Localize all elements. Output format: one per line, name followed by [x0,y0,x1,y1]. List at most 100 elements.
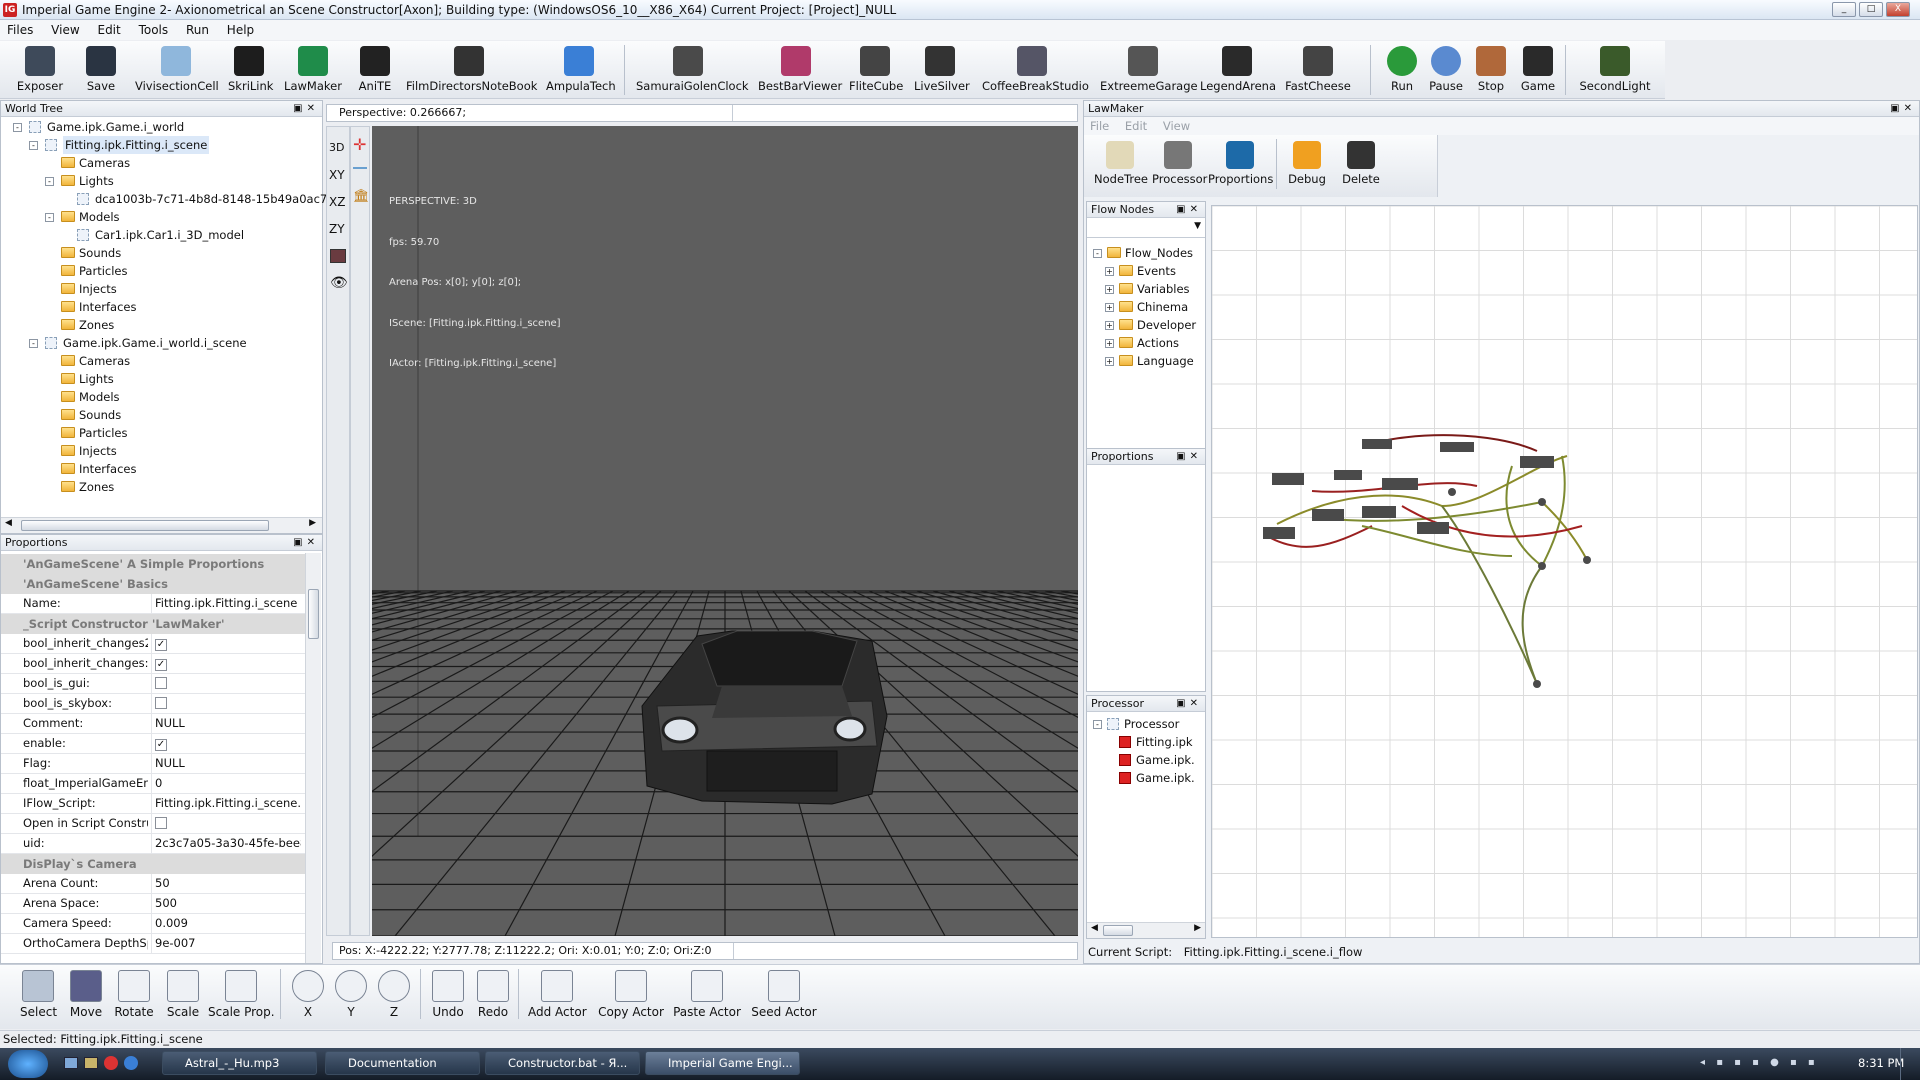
tool-select-button[interactable]: Select [20,967,57,1019]
tree-item[interactable]: - Game.ipk.Game.i_world [1,118,322,136]
scroll-right-icon[interactable]: ▶ [309,518,316,528]
expander-icon[interactable]: - [13,123,22,132]
processor-item[interactable]: - Processor [1087,715,1205,733]
tool-rotate-button[interactable]: Rotate [114,967,154,1019]
tool-scale-prop-button[interactable]: Scale Prop. [208,967,275,1019]
toolbar-anite-button[interactable]: AniTE [356,44,394,96]
close-button[interactable]: X [1886,2,1910,17]
expander-icon[interactable]: + [1105,285,1114,294]
tree-item[interactable]: Models [1,388,322,406]
property-value[interactable]: NULL [151,754,301,773]
show-desktop-button[interactable] [1900,1048,1920,1080]
eye-icon[interactable]: 👁 [330,275,348,291]
toolbar-coffeebreakstudio-button[interactable]: CoffeeBreakStudio [982,44,1089,96]
toolbar-fastcheese-button[interactable]: FastCheese [1285,44,1351,96]
tree-item[interactable]: - Game.ipk.Game.i_world.i_scene [1,334,322,352]
flow-node[interactable] [1520,456,1554,468]
property-value[interactable]: 0.009 [151,914,301,933]
flow-node-category[interactable]: + Actions [1087,334,1205,352]
media-icon[interactable] [104,1056,118,1070]
toolbar-extreemegarage-button[interactable]: ExtreemeGarage [1100,44,1198,96]
tree-item[interactable]: Interfaces [1,460,322,478]
view-3d-button[interactable]: 3D [329,141,344,154]
flow-node[interactable] [1417,522,1449,534]
flow-node[interactable] [1312,509,1344,521]
property-checkbox[interactable] [155,697,167,709]
tree-item[interactable]: Particles [1,262,322,280]
property-checkbox[interactable] [155,817,167,829]
toolbar-lawmaker-button[interactable]: LawMaker [283,44,343,96]
tree-item[interactable]: Injects [1,280,322,298]
expander-icon[interactable]: - [29,141,38,150]
property-value[interactable]: Fitting.ipk.Fitting.i_scene.i_fl [151,794,301,813]
property-checkbox[interactable]: ✓ [155,639,167,651]
tree-item[interactable]: Injects [1,442,322,460]
scroll-thumb[interactable] [1103,925,1133,936]
property-checkbox[interactable]: ✓ [155,739,167,751]
minimize-button[interactable]: _ [1832,2,1856,17]
property-value[interactable]: 50 [151,874,301,893]
flow-node[interactable] [1440,442,1474,452]
property-value[interactable]: NULL [151,714,301,733]
panel-dock-close-icon[interactable]: ▣✕ [293,535,319,551]
tool-x-button[interactable]: X [290,967,326,1019]
world-tree-hscroll[interactable]: ◀ ▶ [1,517,322,533]
crosshair-icon[interactable]: ✛ [353,137,366,153]
toolbar-run-button[interactable]: Run [1380,44,1424,96]
toolbar-livesilver-button[interactable]: LiveSilver [914,44,970,96]
tree-item[interactable]: Zones [1,478,322,496]
toolbar-samuraigolenclock-button[interactable]: SamuraiGolenClock [636,44,749,96]
toolbar-game-button[interactable]: Game [1517,44,1559,96]
lawmaker-proportions-button[interactable]: Proportions [1208,139,1273,191]
processor-item[interactable]: Game.ipk. [1087,751,1205,769]
view-zy-button[interactable]: ZY [329,222,345,236]
tree-item[interactable]: - Lights [1,172,322,190]
scroll-thumb[interactable] [308,589,319,639]
flow-node[interactable] [1382,478,1418,490]
flow-node-category[interactable]: + Language [1087,352,1205,370]
lawmaker-nodetree-button[interactable]: NodeTree [1094,139,1148,191]
pillar-icon[interactable]: 🏛 [353,189,370,204]
tool-scale-button[interactable]: Scale [165,967,201,1019]
flow-nodes-dropdown[interactable]: ▼ [1087,218,1205,238]
scroll-left-icon[interactable]: ◀ [5,518,12,528]
toolbar-exposer-button[interactable]: Exposer [16,44,64,96]
toolbar-legendarena-button[interactable]: LegendArena [1200,44,1276,96]
flow-node-category[interactable]: + Chinema [1087,298,1205,316]
toolbar-skrilink-button[interactable]: SkriLink [228,44,273,96]
property-checkbox[interactable] [155,677,167,689]
flow-node[interactable] [1263,527,1295,539]
taskbar-item-constructor[interactable]: Constructor.bat - Я... [485,1051,640,1075]
browser-icon[interactable] [124,1056,138,1070]
tool-copy-actor-button[interactable]: Copy Actor [596,967,666,1019]
toolbar-secondlight-button[interactable]: SecondLight [1578,44,1652,96]
property-value[interactable]: 500 [151,894,301,913]
expander-icon[interactable]: - [1093,249,1102,258]
view-xz-button[interactable]: XZ [329,195,345,209]
flow-node-category[interactable]: - Flow_Nodes [1087,244,1205,262]
tree-item[interactable]: Lights [1,370,322,388]
taskbar-item-music[interactable]: Astral_-_Hu.mp3 [162,1051,317,1075]
scroll-right-icon[interactable]: ▶ [1194,923,1201,933]
toolbar-filmdirectorsnotebook-button[interactable]: FilmDirectorsNoteBook [406,44,537,96]
flow-node-category[interactable]: + Events [1087,262,1205,280]
expander-icon[interactable]: + [1105,303,1114,312]
flow-node-category[interactable]: + Variables [1087,280,1205,298]
property-section[interactable]: _Script Constructor 'LawMaker' [1,614,305,634]
tree-item[interactable]: dca1003b-7c71-4b8d-8148-15b49a0ac73a [1,190,342,208]
car-model[interactable] [641,630,888,805]
lawmaker-menu-edit[interactable]: Edit [1119,119,1153,133]
toolbar-save-button[interactable]: Save [84,44,118,96]
panel-dock-close-icon[interactable]: ▣✕ [1176,202,1202,218]
tree-item[interactable]: - Models [1,208,322,226]
tool-add-actor-button[interactable]: Add Actor [528,967,587,1019]
tree-item[interactable]: Cameras [1,352,322,370]
expander-icon[interactable]: + [1105,339,1114,348]
flow-node-port[interactable] [1533,680,1541,688]
property-section[interactable]: DisPlay`s Camera [1,854,305,874]
tool-paste-actor-button[interactable]: Paste Actor [672,967,742,1019]
expander-icon[interactable]: - [1093,720,1102,729]
property-section[interactable]: 'AnGameScene' A Simple Proportions [1,554,305,574]
tree-item[interactable]: Sounds [1,244,322,262]
tool-y-button[interactable]: Y [333,967,369,1019]
